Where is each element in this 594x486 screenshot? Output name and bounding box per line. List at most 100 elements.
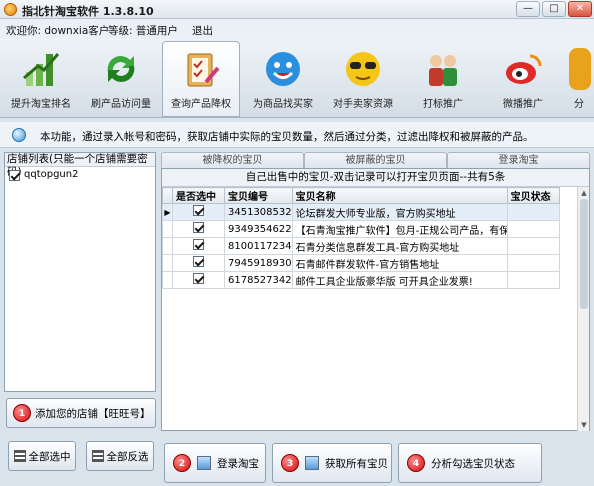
title-bar: 指北针淘宝软件 1.3.8.10 — □ ✕ <box>0 0 594 19</box>
tool-competitor[interactable]: 对手卖家资源 <box>324 41 402 117</box>
tool-label: 分 <box>574 99 584 110</box>
step-number-badge: 4 <box>407 454 425 472</box>
window-controls: — □ ✕ <box>516 1 592 17</box>
tool-query-demotion[interactable]: 查询产品降权 <box>162 41 240 117</box>
row-checkbox[interactable] <box>193 239 204 250</box>
analyze-selected-label: 分析勾选宝贝状态 <box>431 457 515 470</box>
tab-login[interactable]: 登录淘宝 <box>447 152 590 168</box>
more-icon <box>569 48 591 90</box>
row-checkbox[interactable] <box>193 205 204 216</box>
product-name: 石青邮件群发软件-官方销售地址 <box>291 254 508 272</box>
products-grid: 自己出售中的宝贝-双击记录可以打开宝贝页面--共有5条 是否选中 宝贝编号 宝贝… <box>161 168 590 431</box>
grid-caption: 自己出售中的宝贝-双击记录可以打开宝贝页面--共有5条 <box>162 169 589 187</box>
weibo-icon <box>502 48 544 90</box>
product-id: 7945918930 <box>224 254 293 272</box>
user-level: 等级: 普通用户 <box>108 25 178 37</box>
current-row-pointer-icon: ▶ <box>162 203 173 221</box>
shop-checkbox[interactable] <box>9 169 20 181</box>
info-icon <box>12 128 26 142</box>
login-icon <box>197 456 211 470</box>
tool-label: 为商品找买家 <box>253 99 313 110</box>
products-table: 是否选中 宝贝编号 宝贝名称 宝贝状态 ▶ 3451308532 论坛群发大师专… <box>162 187 560 289</box>
fetch-all-products-button[interactable]: 3 获取所有宝贝 <box>272 443 392 483</box>
refresh-arrows-icon <box>100 48 142 90</box>
shop-list-header: 店铺列表(只能一个店铺需要密码) <box>5 153 155 178</box>
column-header[interactable]: 宝贝编号 <box>224 187 293 204</box>
tool-weibo[interactable]: 微播推广 <box>484 41 562 117</box>
user-bar: 欢迎你: downxia客户 等级: 普通用户 退出 <box>0 19 594 39</box>
column-header[interactable]: 宝贝名称 <box>291 187 508 204</box>
fetch-all-products-label: 获取所有宝贝 <box>325 457 388 470</box>
table-row[interactable]: 7945918930 石青邮件群发软件-官方销售地址 <box>162 254 560 272</box>
invert-selection-button[interactable]: 全部反选 <box>86 441 154 471</box>
scroll-up-icon[interactable]: ▲ <box>580 189 588 197</box>
minimize-button[interactable]: — <box>516 1 540 17</box>
clipboard-check-icon <box>180 48 222 90</box>
people-icon <box>422 48 464 90</box>
product-id: 3451308532 <box>224 203 293 221</box>
select-all-label: 全部选中 <box>28 450 71 463</box>
row-checkbox[interactable] <box>193 273 204 284</box>
tool-label: 提升淘宝排名 <box>11 99 71 110</box>
close-button[interactable]: ✕ <box>568 1 592 17</box>
row-indicator-header <box>162 187 173 204</box>
select-all-icon <box>13 450 26 462</box>
tool-more[interactable]: 分 <box>564 41 594 117</box>
row-checkbox[interactable] <box>193 256 204 267</box>
product-name: 石青分类信息群发工具-官方购买地址 <box>291 237 508 255</box>
fetch-icon <box>305 456 319 470</box>
sunglasses-face-icon <box>342 48 384 90</box>
result-tabs: 被降权的宝贝 被屏蔽的宝贝 登录淘宝 <box>161 152 590 168</box>
tool-traffic[interactable]: 刷产品访问量 <box>82 41 160 117</box>
login-taobao-button[interactable]: 2 登录淘宝 <box>164 443 266 483</box>
tool-rank-boost[interactable]: 提升淘宝排名 <box>2 41 80 117</box>
product-id: 6178527342 <box>224 271 293 289</box>
info-text: 本功能，通过录入帐号和密码，获取店铺中实际的宝贝数量，然后通过分类，过滤出降权和… <box>40 131 534 143</box>
product-status <box>506 271 560 289</box>
add-shop-label: 添加您的店铺【旺旺号】 <box>35 407 151 420</box>
info-bar: 本功能，通过录入帐号和密码，获取店铺中实际的宝贝数量，然后通过分类，过滤出降权和… <box>0 122 594 148</box>
shop-name: qqtopgun2 <box>24 169 79 180</box>
product-status <box>506 254 560 272</box>
scrollbar-thumb[interactable] <box>580 199 588 309</box>
column-header[interactable]: 宝贝状态 <box>506 187 560 204</box>
window-title: 指北针淘宝软件 1.3.8.10 <box>22 5 154 18</box>
grid-scrollbar[interactable]: ▲ ▼ <box>577 187 589 431</box>
table-row[interactable]: ▶ 3451308532 论坛群发大师专业版，官方购买地址 <box>162 203 560 221</box>
step-number-badge: 3 <box>281 454 299 472</box>
step-number-badge: 1 <box>13 404 31 422</box>
table-row[interactable]: 9349354622 【石青淘宝推广软件】包月-正规公司产品，有保证 <box>162 220 560 238</box>
smiley-face-icon <box>262 48 304 90</box>
tab-blocked[interactable]: 被屏蔽的宝贝 <box>304 152 447 168</box>
tool-promotion[interactable]: 打标推广 <box>404 41 482 117</box>
welcome-text: 欢迎你: downxia客户 <box>6 25 110 37</box>
bar-chart-icon <box>20 48 62 90</box>
product-status <box>506 237 560 255</box>
product-name: 邮件工具企业版豪华版 可开具企业发票! <box>291 271 508 289</box>
add-shop-button[interactable]: 1 添加您的店铺【旺旺号】 <box>6 398 156 428</box>
maximize-button[interactable]: □ <box>542 1 566 17</box>
logout-link[interactable]: 退出 <box>192 23 213 38</box>
table-row[interactable]: 8100117234 石青分类信息群发工具-官方购买地址 <box>162 237 560 255</box>
tool-label: 打标推广 <box>423 99 463 110</box>
product-name: 论坛群发大师专业版，官方购买地址 <box>291 203 508 221</box>
select-all-button[interactable]: 全部选中 <box>8 441 76 471</box>
step-number-badge: 2 <box>173 454 191 472</box>
product-name: 【石青淘宝推广软件】包月-正规公司产品，有保证 <box>291 220 508 238</box>
scroll-down-icon[interactable]: ▼ <box>580 421 588 429</box>
tool-find-buyers[interactable]: 为商品找买家 <box>244 41 322 117</box>
row-checkbox[interactable] <box>193 222 204 233</box>
main-toolbar: 提升淘宝排名 刷产品访问量 查询产品降权 为商品找买家 对手卖家资源 打标推广 <box>0 39 594 118</box>
tool-label: 查询产品降权 <box>171 99 231 110</box>
tool-label: 刷产品访问量 <box>91 99 151 110</box>
invert-label: 全部反选 <box>106 450 149 463</box>
tool-label: 微播推广 <box>503 99 543 110</box>
column-header[interactable]: 是否选中 <box>172 187 225 204</box>
table-row[interactable]: 6178527342 邮件工具企业版豪华版 可开具企业发票! <box>162 271 560 289</box>
analyze-selected-button[interactable]: 4 分析勾选宝贝状态 <box>398 443 542 483</box>
product-status <box>506 203 560 221</box>
product-id: 9349354622 <box>224 220 293 238</box>
tab-demoted[interactable]: 被降权的宝贝 <box>161 152 304 168</box>
invert-icon <box>91 450 104 462</box>
shop-list-item[interactable]: qqtopgun2 <box>5 167 155 183</box>
